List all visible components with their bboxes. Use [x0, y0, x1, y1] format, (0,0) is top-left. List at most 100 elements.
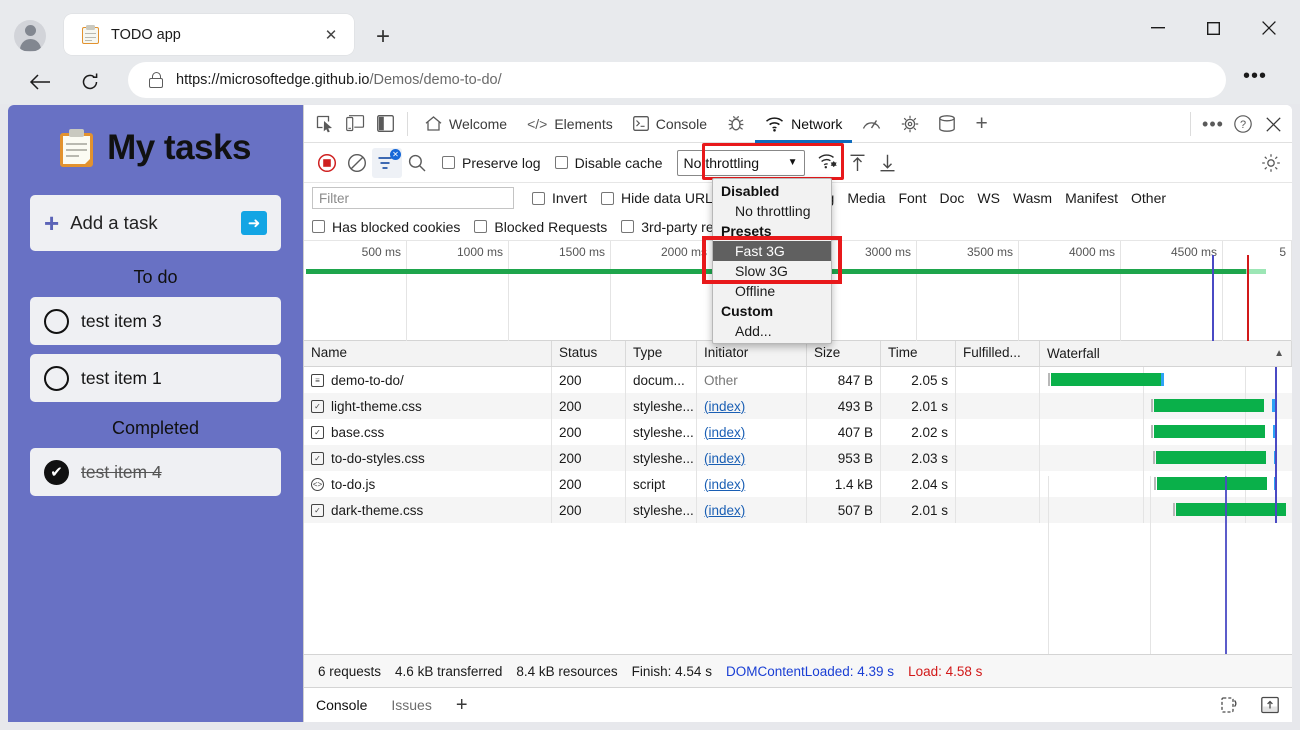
search-icon[interactable]	[402, 148, 432, 178]
checkbox-box[interactable]	[312, 220, 325, 233]
table-row[interactable]: ≡ demo-to-do/ 200 docum... Other 847 B 2…	[304, 367, 1292, 393]
dock-drawer-icon[interactable]	[1255, 690, 1285, 720]
col-time[interactable]: Time	[881, 341, 956, 366]
cell-initiator[interactable]: (index)	[697, 445, 807, 471]
cell-name[interactable]: ✓ light-theme.css	[304, 393, 552, 419]
export-har-icon[interactable]	[873, 148, 903, 178]
dock-side-icon[interactable]	[370, 109, 400, 139]
preserve-log-checkbox[interactable]: Preserve log	[442, 155, 541, 171]
blocked-requests-checkbox[interactable]: Blocked Requests	[474, 219, 607, 235]
col-type[interactable]: Type	[626, 341, 697, 366]
add-task-input[interactable]: + Add a task ➜	[30, 195, 281, 251]
inspect-icon[interactable]	[310, 109, 340, 139]
cell-name[interactable]: <> to-do.js	[304, 471, 552, 497]
initiator-link[interactable]: (index)	[704, 451, 745, 466]
col-waterfall[interactable]: Waterfall ▲	[1040, 341, 1292, 366]
reload-icon[interactable]	[70, 62, 110, 102]
cell-initiator[interactable]: (index)	[697, 497, 807, 523]
cell-initiator[interactable]: (index)	[697, 393, 807, 419]
tab-application[interactable]	[929, 105, 965, 143]
tab-performance[interactable]	[852, 105, 891, 143]
filter-manifest[interactable]: Manifest	[1065, 190, 1118, 206]
has-blocked-cookies-checkbox[interactable]: Has blocked cookies	[312, 219, 460, 235]
browser-tab[interactable]: TODO app ✕	[64, 14, 354, 55]
throttling-menu[interactable]: Disabled No throttling Presets Fast 3G S…	[712, 178, 832, 344]
menu-item-slow-3g[interactable]: Slow 3G	[713, 261, 831, 281]
checkbox-box[interactable]	[601, 192, 614, 205]
col-fulfilled[interactable]: Fulfilled...	[956, 341, 1040, 366]
filter-doc[interactable]: Doc	[939, 190, 964, 206]
network-conditions-icon[interactable]	[813, 148, 843, 178]
close-devtools-icon[interactable]	[1258, 109, 1288, 139]
window-minimize-button[interactable]	[1135, 12, 1181, 44]
settings-gear-icon[interactable]	[1256, 148, 1286, 178]
initiator-link[interactable]: (index)	[704, 399, 745, 414]
menu-item-add[interactable]: Add...	[713, 321, 831, 341]
initiator-link[interactable]: (index)	[704, 425, 745, 440]
list-item[interactable]: test item 3	[30, 297, 281, 345]
tab-memory[interactable]	[891, 105, 929, 143]
cell-name[interactable]: ✓ to-do-styles.css	[304, 445, 552, 471]
checkbox-box[interactable]	[532, 192, 545, 205]
disable-cache-checkbox[interactable]: Disable cache	[555, 155, 663, 171]
filter-media[interactable]: Media	[847, 190, 885, 206]
list-item[interactable]: ✔ test item 4	[30, 448, 281, 496]
hide-data-urls-checkbox[interactable]: Hide data URLs	[601, 190, 720, 206]
window-maximize-button[interactable]	[1190, 12, 1236, 44]
drawer-add-tab-button[interactable]: +	[444, 688, 480, 723]
cell-initiator[interactable]: (index)	[697, 471, 807, 497]
add-panel-icon[interactable]: +	[965, 105, 997, 143]
checkbox-box[interactable]	[621, 220, 634, 233]
initiator-link[interactable]: (index)	[704, 477, 745, 492]
checkbox-box[interactable]	[555, 156, 568, 169]
task-checkbox-icon[interactable]	[44, 309, 69, 334]
window-close-button[interactable]	[1246, 12, 1292, 44]
checkbox-box[interactable]	[442, 156, 455, 169]
new-tab-button[interactable]: +	[368, 22, 398, 52]
initiator-link[interactable]: (index)	[704, 503, 745, 518]
col-initiator[interactable]: Initiator	[697, 341, 807, 366]
profile-avatar[interactable]	[14, 20, 46, 52]
table-row[interactable]: ✓ light-theme.css 200 styleshe... (index…	[304, 393, 1292, 419]
table-row[interactable]: <> to-do.js 200 script (index) 1.4 kB 2.…	[304, 471, 1292, 497]
cell-initiator[interactable]: (index)	[697, 419, 807, 445]
drawer-tab-console[interactable]: Console	[304, 688, 379, 723]
capture-icon[interactable]	[1215, 690, 1245, 720]
checkbox-box[interactable]	[474, 220, 487, 233]
more-tools-icon[interactable]: •••	[1198, 109, 1228, 139]
filter-font[interactable]: Font	[898, 190, 926, 206]
menu-item-no-throttling[interactable]: No throttling	[713, 201, 831, 221]
throttling-dropdown[interactable]: No throttling ▼	[677, 150, 805, 176]
filter-ws[interactable]: WS	[977, 190, 1000, 206]
tab-console[interactable]: Console	[623, 105, 717, 143]
col-size[interactable]: Size	[807, 341, 881, 366]
menu-item-offline[interactable]: Offline	[713, 281, 831, 301]
back-icon[interactable]	[20, 62, 60, 102]
table-row[interactable]: ✓ dark-theme.css 200 styleshe... (index)…	[304, 497, 1292, 523]
filter-icon[interactable]: ✕	[372, 148, 402, 178]
add-task-submit-icon[interactable]: ➜	[241, 211, 267, 235]
tab-welcome[interactable]: Welcome	[415, 105, 517, 143]
address-bar[interactable]: https://microsoftedge.github.io/Demos/de…	[128, 62, 1226, 98]
tab-sources-debug[interactable]	[717, 105, 755, 143]
list-item[interactable]: test item 1	[30, 354, 281, 402]
help-icon[interactable]: ?	[1228, 109, 1258, 139]
task-checkbox-icon[interactable]	[44, 366, 69, 391]
record-icon[interactable]	[312, 148, 342, 178]
device-toolbar-icon[interactable]	[340, 109, 370, 139]
browser-more-icon[interactable]: •••	[1243, 66, 1267, 86]
tab-network[interactable]: Network	[755, 105, 852, 143]
col-status[interactable]: Status	[552, 341, 626, 366]
filter-input[interactable]: Filter	[312, 187, 514, 209]
tab-elements[interactable]: </> Elements	[517, 105, 623, 143]
filter-other[interactable]: Other	[1131, 190, 1166, 206]
menu-item-fast-3g[interactable]: Fast 3G	[713, 241, 831, 261]
cell-name[interactable]: ✓ dark-theme.css	[304, 497, 552, 523]
col-name[interactable]: Name	[304, 341, 552, 366]
task-checkbox-checked-icon[interactable]: ✔	[44, 460, 69, 485]
cell-name[interactable]: ≡ demo-to-do/	[304, 367, 552, 393]
invert-checkbox[interactable]: Invert	[532, 190, 587, 206]
drawer-tab-issues[interactable]: Issues	[379, 688, 443, 723]
clear-icon[interactable]	[342, 148, 372, 178]
tab-close-icon[interactable]: ✕	[318, 22, 344, 48]
